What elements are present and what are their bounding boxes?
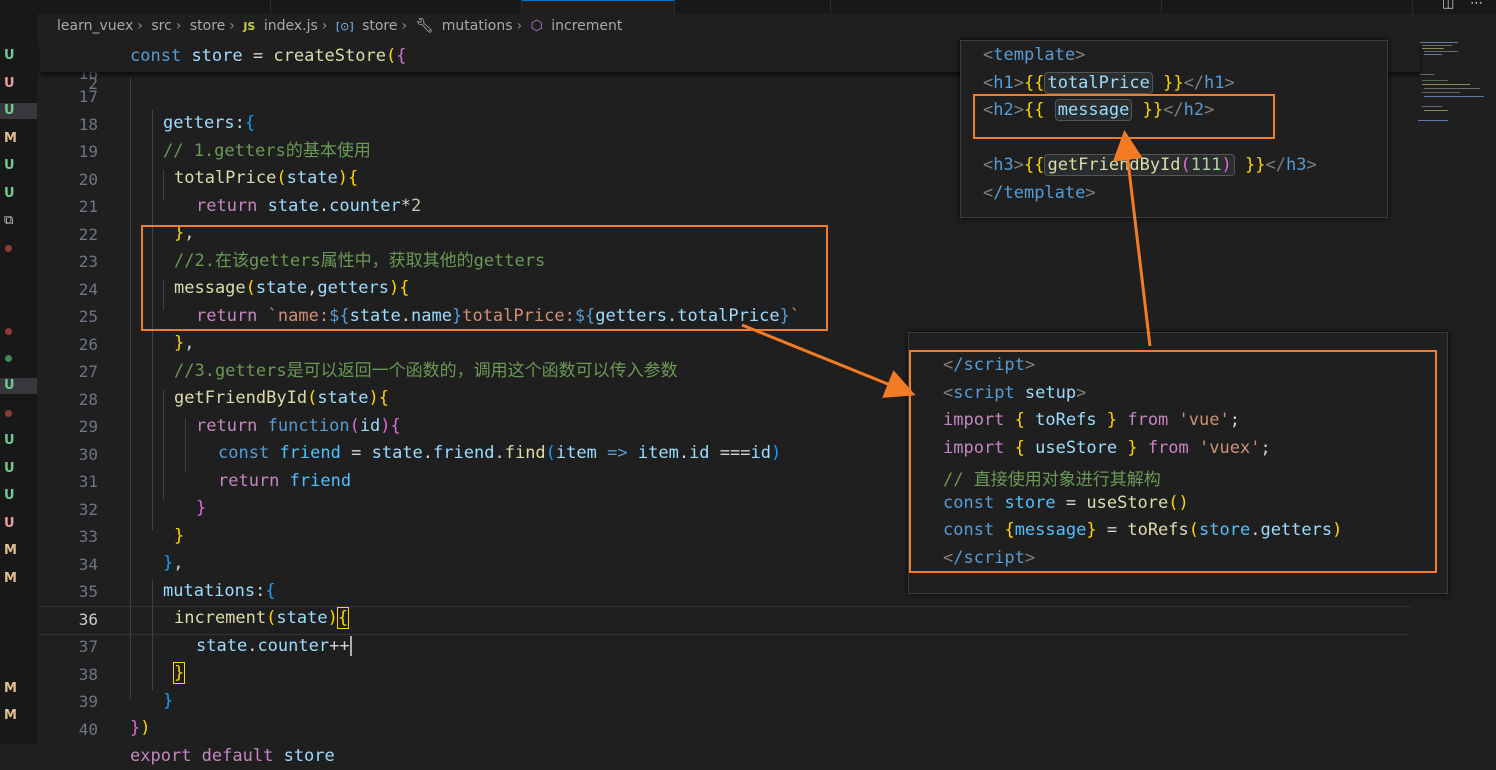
code-token: export	[130, 746, 192, 766]
code-token: default	[201, 746, 274, 766]
code-token: store	[283, 746, 335, 766]
annotation-arrows	[741, 130, 1152, 398]
arrow-to-template	[1112, 130, 1152, 347]
arrow-to-script	[741, 323, 916, 398]
